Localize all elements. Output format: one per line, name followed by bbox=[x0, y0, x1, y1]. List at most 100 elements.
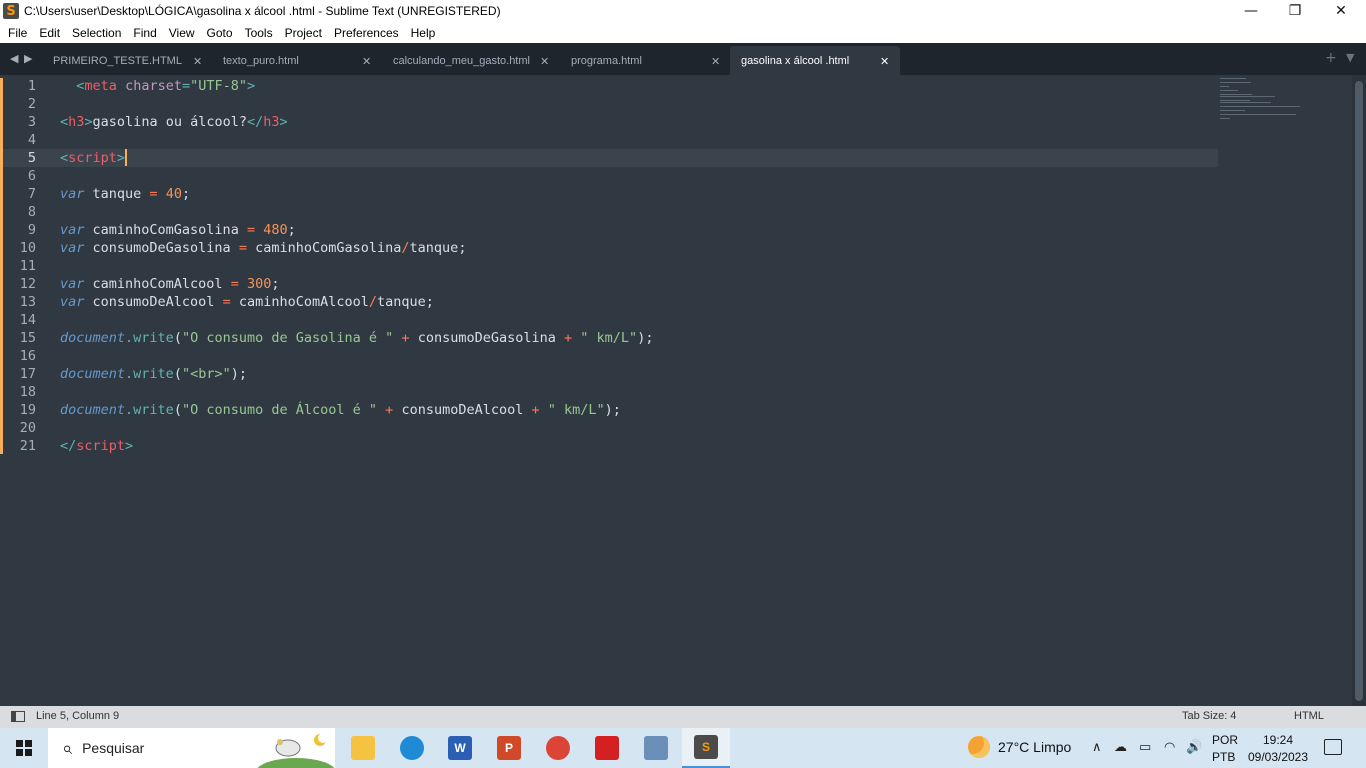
code-token: caminhoComGasolina bbox=[84, 222, 247, 238]
new-tab-icon[interactable]: + bbox=[1325, 50, 1337, 66]
code-line[interactable]: 13 var consumoDeAlcool = caminhoComAlcool… bbox=[0, 293, 1210, 311]
tab-1[interactable]: PRIMEIRO_TESTE.HTML ✕ bbox=[41, 46, 211, 75]
line-code: document.write("<br>"); bbox=[60, 365, 247, 383]
menu-selection[interactable]: Selection bbox=[66, 26, 127, 40]
tab-prev-icon[interactable]: ◀ bbox=[10, 52, 18, 65]
menu-file[interactable]: File bbox=[2, 26, 33, 40]
sublime-logo-icon: S bbox=[3, 3, 19, 19]
taskbar-acrobat-button[interactable] bbox=[583, 728, 631, 768]
code-line[interactable]: 9 var caminhoComGasolina = 480; bbox=[0, 221, 1210, 239]
line-number: 12 bbox=[19, 276, 36, 292]
tab-2[interactable]: texto_puro.html ✕ bbox=[211, 46, 381, 75]
taskbar-search-box[interactable]: ⌕ Pesquisar bbox=[48, 728, 335, 768]
code-line[interactable]: 16 bbox=[0, 347, 1210, 365]
menu-goto[interactable]: Goto bbox=[201, 26, 239, 40]
code-token: document bbox=[60, 402, 126, 418]
cursor-position: Line 5, Column 9 bbox=[36, 710, 120, 722]
menu-tools[interactable]: Tools bbox=[239, 26, 279, 40]
code-token: document bbox=[60, 366, 126, 382]
code-line[interactable]: 8 bbox=[0, 203, 1210, 221]
tab-size-indicator[interactable]: Tab Size: 4 bbox=[1182, 710, 1236, 722]
code-line[interactable]: 2 bbox=[0, 95, 1210, 113]
taskbar-file-explorer-button[interactable] bbox=[339, 728, 387, 768]
code-line[interactable]: 7 var tanque = 40; bbox=[0, 185, 1210, 203]
tab-close-icon[interactable]: ✕ bbox=[193, 55, 202, 68]
code-token: / bbox=[401, 240, 410, 256]
code-token: > bbox=[279, 114, 288, 130]
notifications-icon[interactable] bbox=[1324, 739, 1342, 755]
scrollbar-thumb[interactable] bbox=[1355, 81, 1363, 701]
line-number: 2 bbox=[27, 96, 36, 112]
tab-5-active[interactable]: gasolina x álcool .html ✕ bbox=[730, 46, 900, 75]
code-token: ; bbox=[181, 186, 191, 202]
show-hidden-icons-chevron-icon[interactable]: ∧ bbox=[1092, 740, 1102, 755]
battery-icon[interactable]: ▭ bbox=[1139, 740, 1151, 755]
code-line[interactable]: 1 <meta charset="UTF-8"> bbox=[0, 77, 1210, 95]
code-line[interactable]: 18 bbox=[0, 383, 1210, 401]
taskbar-powerpoint-button[interactable]: P bbox=[485, 728, 533, 768]
syntax-indicator[interactable]: HTML bbox=[1294, 710, 1324, 722]
taskbar-sublime-text-button[interactable]: S bbox=[682, 728, 730, 768]
start-button[interactable] bbox=[0, 728, 48, 768]
code-line[interactable]: 11 bbox=[0, 257, 1210, 275]
system-clock[interactable]: 19:24 09/03/2023 bbox=[1240, 732, 1316, 766]
code-token: </ bbox=[246, 114, 264, 130]
code-token: h3 bbox=[68, 114, 85, 130]
taskbar-edge-button[interactable] bbox=[388, 728, 436, 768]
menu-help[interactable]: Help bbox=[405, 26, 442, 40]
taskbar-chrome-button[interactable] bbox=[534, 728, 582, 768]
maximize-button[interactable]: ❐ bbox=[1272, 0, 1318, 22]
menu-edit[interactable]: Edit bbox=[33, 26, 66, 40]
code-line[interactable]: 14 bbox=[0, 311, 1210, 329]
taskbar-word-button[interactable]: W bbox=[436, 728, 484, 768]
code-token: gasolina ou álcool? bbox=[92, 114, 247, 130]
tab-3[interactable]: calculando_meu_gasto.html ✕ bbox=[381, 46, 559, 75]
weather-widget[interactable]: 27°C Limpo bbox=[968, 736, 1071, 758]
code-line[interactable]: 10 var consumoDeGasolina = caminhoComGaso… bbox=[0, 239, 1210, 257]
taskbar-control-panel-button[interactable] bbox=[632, 728, 680, 768]
line-number: 18 bbox=[19, 384, 36, 400]
code-token: meta bbox=[84, 78, 117, 94]
minimap-line bbox=[1220, 90, 1238, 91]
line-code: <h3>gasolina ou álcool?</h3> bbox=[60, 113, 288, 131]
line-number: 9 bbox=[27, 222, 36, 238]
code-line[interactable]: 15 document.write("O consumo de Gasolina … bbox=[0, 329, 1210, 347]
cloud-icon[interactable]: ☁ bbox=[1114, 740, 1127, 755]
tab-next-icon[interactable]: ▶ bbox=[24, 52, 32, 65]
code-line[interactable]: 12 var caminhoComAlcool = 300; bbox=[0, 275, 1210, 293]
tab-overflow-icon[interactable]: ▼ bbox=[1346, 51, 1354, 64]
tab-close-icon[interactable]: ✕ bbox=[711, 55, 720, 68]
volume-icon[interactable]: 🔊 bbox=[1186, 740, 1202, 755]
code-line[interactable]: 20 bbox=[0, 419, 1210, 437]
code-line[interactable]: 5 <script> bbox=[0, 149, 1218, 167]
tab-close-icon[interactable]: ✕ bbox=[880, 55, 889, 68]
code-line[interactable]: 6 bbox=[0, 167, 1210, 185]
panel-toggle-icon[interactable] bbox=[11, 711, 25, 722]
menu-find[interactable]: Find bbox=[127, 26, 162, 40]
input-language-indicator[interactable]: POR PTB bbox=[1212, 732, 1238, 766]
code-line[interactable]: 21 </script> bbox=[0, 437, 1210, 455]
code-line[interactable]: 4 bbox=[0, 131, 1210, 149]
tab-close-icon[interactable]: ✕ bbox=[540, 55, 549, 68]
code-line[interactable]: 19 document.write("O consumo de Álcool é … bbox=[0, 401, 1210, 419]
tab-close-icon[interactable]: ✕ bbox=[362, 55, 371, 68]
code-token: tanque; bbox=[409, 240, 467, 256]
code-line[interactable]: 3 <h3>gasolina ou álcool?</h3> bbox=[0, 113, 1210, 131]
code-token: write bbox=[133, 330, 174, 346]
menu-project[interactable]: Project bbox=[279, 26, 328, 40]
wifi-icon[interactable]: ◠ bbox=[1164, 740, 1175, 755]
close-window-button[interactable]: ✕ bbox=[1318, 0, 1364, 22]
menu-preferences[interactable]: Preferences bbox=[328, 26, 405, 40]
code-editor[interactable]: 1 <meta charset="UTF-8"> 2 3 <h3>gasolina o… bbox=[0, 75, 1366, 706]
line-code: var tanque = 40; bbox=[60, 185, 190, 203]
minimap-line bbox=[1220, 86, 1229, 87]
minimap[interactable] bbox=[1218, 75, 1352, 135]
tab-4[interactable]: programa.html ✕ bbox=[559, 46, 730, 75]
menu-view[interactable]: View bbox=[163, 26, 201, 40]
code-line[interactable]: 17 document.write("<br>"); bbox=[0, 365, 1210, 383]
code-token: 40 bbox=[165, 186, 182, 202]
minimize-button[interactable]: — bbox=[1228, 0, 1274, 22]
